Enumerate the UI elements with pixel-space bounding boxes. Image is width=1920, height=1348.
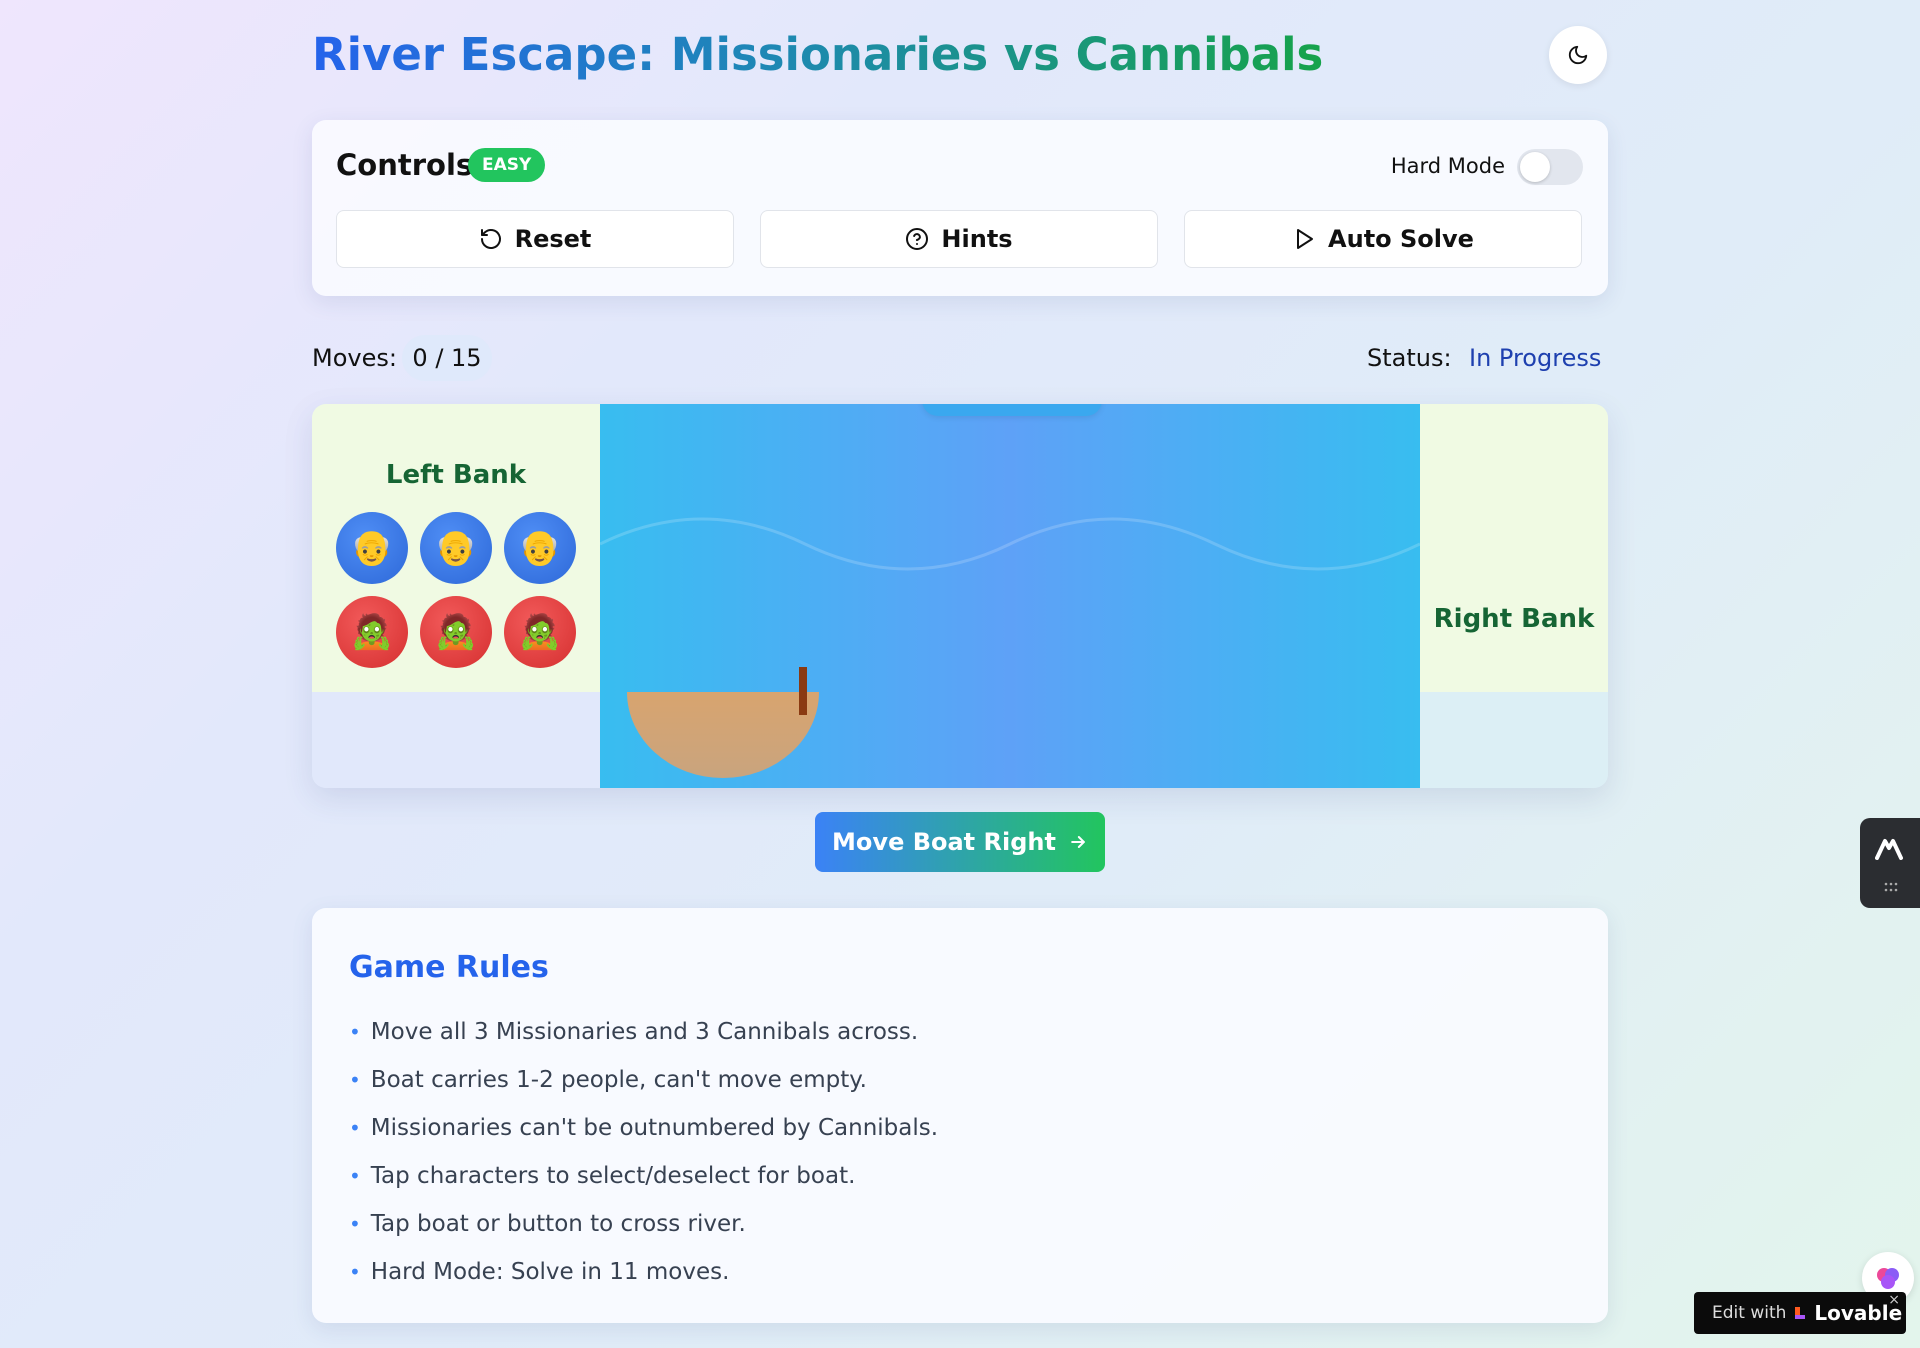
left-bank-shore (312, 692, 600, 788)
arrow-right-icon (1071, 836, 1085, 848)
rule-text: Missionaries can't be outnumbered by Can… (370, 1115, 939, 1141)
bullet-icon: • (349, 1068, 361, 1092)
rule-text: Tap characters to select/deselect for bo… (370, 1163, 856, 1189)
rotate-ccw-icon (480, 229, 501, 249)
right-bank-shore (1420, 692, 1608, 788)
play-icon (1297, 229, 1314, 249)
cannibal-token[interactable]: 🧟 (420, 596, 492, 668)
bullet-icon: • (349, 1164, 361, 1188)
hints-button[interactable]: Hints (760, 210, 1158, 268)
lovable-heart-icon (1795, 1307, 1806, 1319)
bullet-icon: • (349, 1260, 361, 1284)
bullet-icon: • (349, 1116, 361, 1140)
grid-dots-icon (1884, 882, 1898, 892)
move-boat-button[interactable]: Move Boat Right (815, 812, 1105, 872)
reset-button[interactable]: Reset (336, 210, 734, 268)
left-bank-label: Left Bank (385, 460, 527, 490)
status-value: In Progress (1469, 344, 1602, 372)
hints-label: Hints (941, 225, 1013, 253)
right-bank: Right Bank (1420, 404, 1608, 692)
toggle-knob (1520, 152, 1550, 182)
m-logo-icon (1875, 839, 1903, 860)
cannibal-token[interactable]: 🧟 (504, 596, 576, 668)
brain-icon (1877, 1268, 1899, 1289)
bullet-icon: • (349, 1020, 361, 1044)
game-scene: Left Bank 👴 👴 👴 🧟 🧟 🧟 Right Bank (312, 404, 1608, 788)
controls-title: Controls (336, 148, 474, 182)
auto-solve-label: Auto Solve (1328, 225, 1474, 253)
hard-mode-toggle[interactable] (1517, 149, 1583, 185)
rule-text: Boat carries 1-2 people, can't move empt… (370, 1067, 867, 1093)
page-title: River Escape: Missionaries vs Cannibals (312, 28, 1324, 81)
rule-item: • Move all 3 Missionaries and 3 Cannibals… (349, 1008, 938, 1056)
auto-solve-button[interactable]: Auto Solve (1184, 210, 1582, 268)
left-bank: Left Bank 👴 👴 👴 🧟 🧟 🧟 (312, 404, 600, 692)
rule-item: • Tap boat or button to cross river. (349, 1200, 938, 1248)
cannibal-token[interactable]: 🧟 (336, 596, 408, 668)
difficulty-badge: EASY (468, 148, 546, 182)
rules-list: • Move all 3 Missionaries and 3 Cannibals… (349, 1008, 938, 1296)
theme-toggle-button[interactable] (1549, 26, 1607, 84)
river-top-tab (922, 404, 1102, 416)
right-bank-label: Right Bank (1433, 604, 1595, 634)
rules-panel: Game Rules • Move all 3 Missionaries and … (312, 908, 1608, 1323)
missionary-token[interactable]: 👴 (336, 512, 408, 584)
rule-text: Hard Mode: Solve in 11 moves. (370, 1259, 730, 1285)
bullet-icon: • (349, 1212, 361, 1236)
rules-title: Game Rules (349, 950, 549, 985)
moves-label: Moves: (312, 344, 397, 372)
wave-decoration (600, 517, 1420, 571)
help-circle-icon (906, 228, 929, 250)
rule-item: • Boat carries 1-2 people, can't move emp… (349, 1056, 938, 1104)
rule-text: Move all 3 Missionaries and 3 Cannibals … (370, 1019, 919, 1045)
rule-item: • Tap characters to select/deselect for b… (349, 1152, 938, 1200)
moon-icon (1568, 45, 1588, 65)
missionary-token[interactable]: 👴 (504, 512, 576, 584)
rule-item: • Missionaries can't be outnumbered by Ca… (349, 1104, 938, 1152)
boat-mast (799, 667, 807, 715)
side-widget[interactable] (1860, 818, 1920, 908)
rule-text: Tap boat or button to cross river. (370, 1211, 746, 1237)
rule-item: • Hard Mode: Solve in 11 moves. (349, 1248, 938, 1296)
moves-counter: 0 / 15 (402, 335, 492, 381)
badge-prefix: Edit with (1712, 1303, 1787, 1323)
edit-with-lovable-badge[interactable]: Edit with Lovable × (1694, 1292, 1906, 1334)
move-boat-label: Move Boat Right (832, 828, 1056, 856)
badge-close-icon[interactable]: × (1888, 1292, 1900, 1308)
controls-panel: Controls EASY Hard Mode Reset Hints Auto… (312, 120, 1608, 296)
reset-label: Reset (514, 225, 592, 253)
status-label: Status: (1367, 344, 1452, 372)
missionary-token[interactable]: 👴 (420, 512, 492, 584)
hard-mode-label: Hard Mode (1390, 154, 1505, 178)
